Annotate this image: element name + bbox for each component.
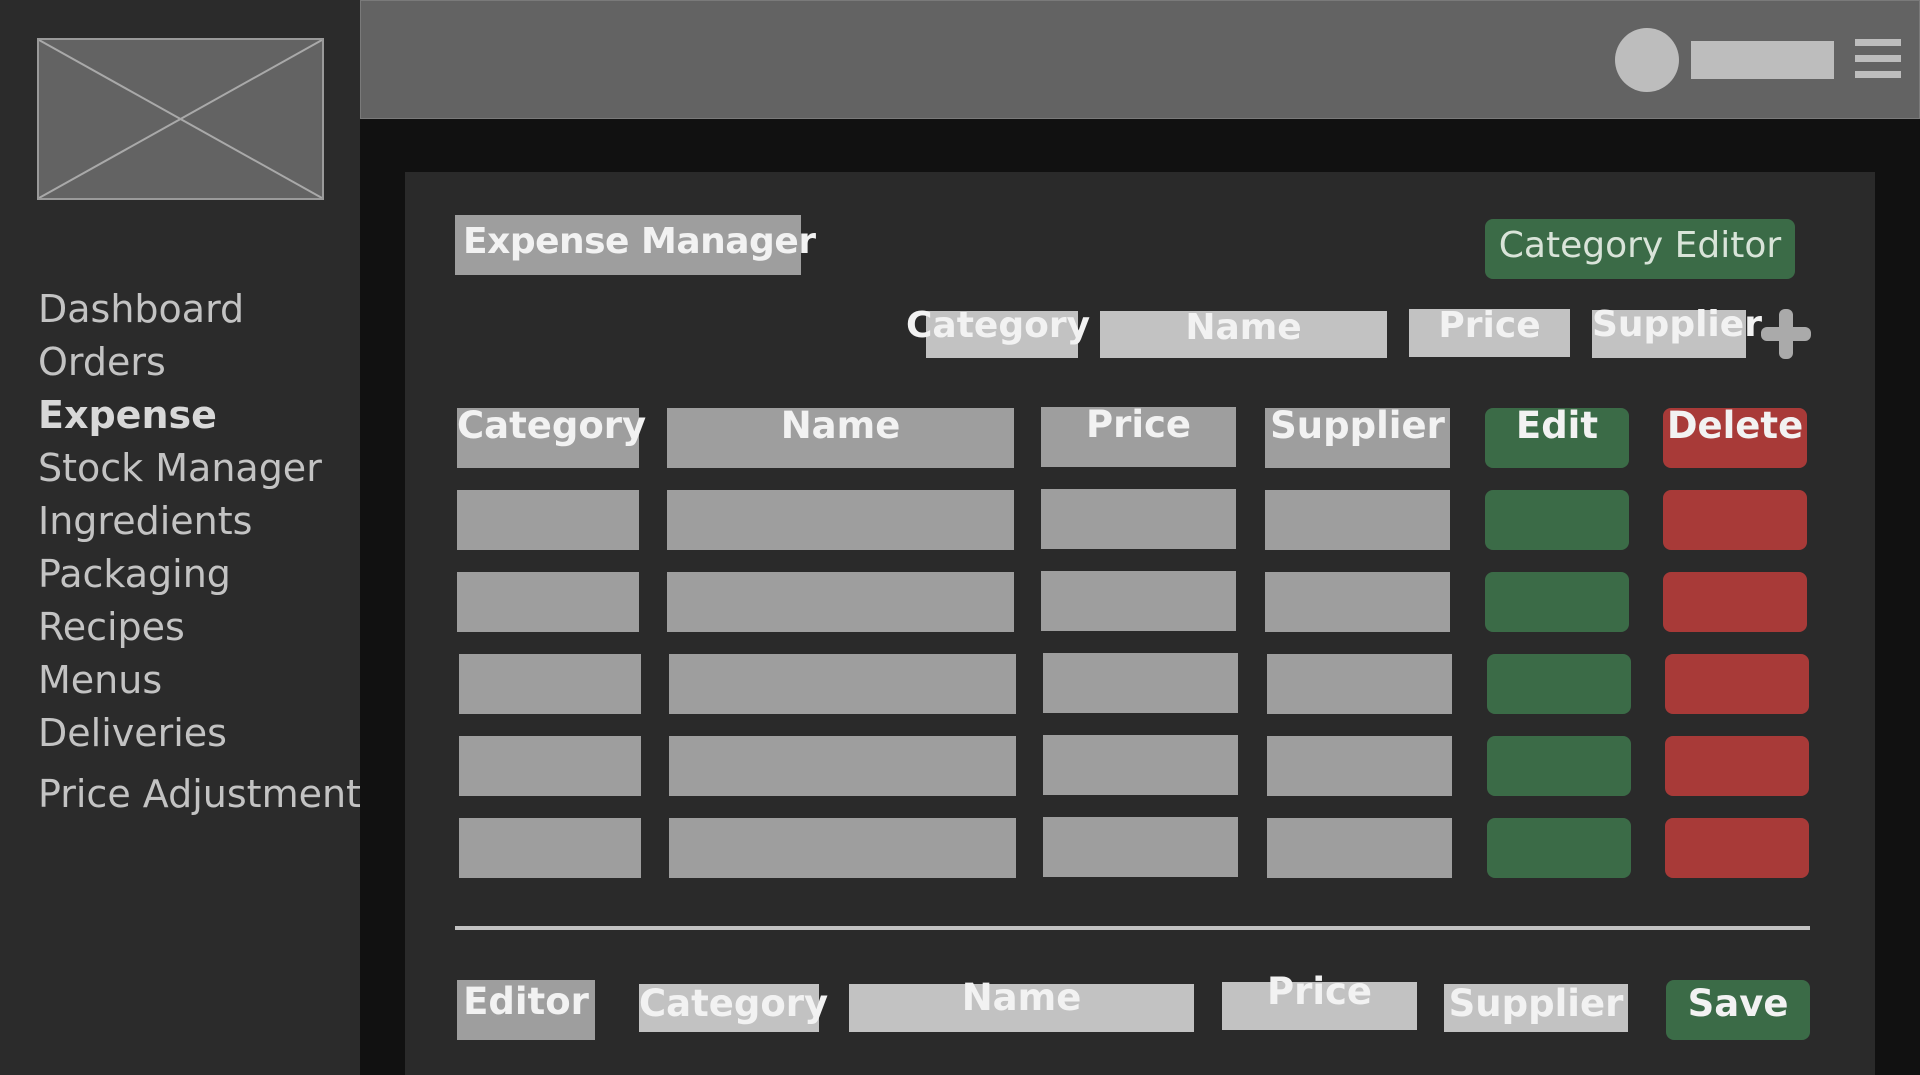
sidebar-item-orders[interactable]: Orders	[38, 336, 358, 389]
delete-button[interactable]	[1665, 736, 1809, 796]
avatar-icon[interactable]	[1615, 28, 1679, 92]
editor-title: Editor	[463, 980, 589, 1023]
cell-supplier[interactable]	[1267, 654, 1452, 714]
cell-category[interactable]	[457, 572, 639, 632]
editor-title-box: Editor	[457, 980, 595, 1040]
column-header-category[interactable]: Category	[457, 404, 646, 468]
delete-button[interactable]	[1665, 654, 1809, 714]
edit-button[interactable]	[1485, 490, 1629, 550]
category-editor-label: Category Editor	[1498, 225, 1782, 266]
section-divider	[455, 926, 1810, 930]
hamburger-menu-icon[interactable]	[1855, 39, 1901, 79]
sidebar-item-stock-manager[interactable]: Stock Manager	[38, 442, 358, 495]
sidebar-item-packaging[interactable]: Packaging	[38, 548, 358, 601]
delete-button[interactable]	[1665, 818, 1809, 878]
sidebar-item-dashboard[interactable]: Dashboard	[38, 283, 358, 336]
user-name-placeholder[interactable]	[1691, 41, 1834, 79]
sidebar-item-menus[interactable]: Menus	[38, 654, 358, 707]
editor-category-field[interactable]: Category	[639, 982, 828, 1032]
editor-price-field[interactable]: Price	[1222, 970, 1417, 1030]
cell-name[interactable]	[667, 490, 1014, 550]
cell-price[interactable]	[1043, 653, 1238, 713]
cell-supplier[interactable]	[1267, 736, 1452, 796]
edit-button[interactable]	[1487, 654, 1631, 714]
add-expense-plus-icon[interactable]	[1761, 309, 1811, 359]
cell-price[interactable]	[1043, 817, 1238, 877]
add-supplier-field[interactable]: Supplier	[1592, 304, 1762, 358]
sidebar: Dashboard Orders Expense Stock Manager I…	[0, 0, 361, 1075]
cell-price[interactable]	[1041, 571, 1236, 631]
sidebar-item-price-adjustment[interactable]: Price Adjustment	[38, 768, 361, 821]
sidebar-item-recipes[interactable]: Recipes	[38, 601, 358, 654]
cell-category[interactable]	[457, 490, 639, 550]
column-header-supplier[interactable]: Supplier	[1265, 404, 1450, 468]
sidebar-item-deliveries[interactable]: Deliveries	[38, 707, 358, 760]
column-header-name[interactable]: Name	[667, 404, 1014, 468]
delete-button[interactable]	[1663, 572, 1807, 632]
category-editor-button[interactable]: Category Editor	[1485, 219, 1795, 279]
save-button[interactable]: Save	[1666, 980, 1810, 1040]
column-header-delete: Delete	[1663, 404, 1807, 468]
page-title-box: Expense Manager	[455, 215, 816, 275]
sidebar-nav: Dashboard Orders Expense Stock Manager I…	[38, 283, 361, 821]
edit-button[interactable]	[1485, 572, 1629, 632]
page-title: Expense Manager	[463, 221, 816, 262]
column-header-price[interactable]: Price	[1041, 403, 1236, 467]
cell-category[interactable]	[459, 818, 641, 878]
editor-name-field[interactable]: Name	[849, 976, 1194, 1032]
edit-button[interactable]	[1487, 736, 1631, 796]
editor-supplier-field[interactable]: Supplier	[1444, 982, 1628, 1032]
cell-name[interactable]	[667, 572, 1014, 632]
sidebar-item-ingredients[interactable]: Ingredients	[38, 495, 358, 548]
sidebar-item-expense[interactable]: Expense	[38, 389, 358, 442]
cell-category[interactable]	[459, 654, 641, 714]
column-header-edit: Edit	[1485, 404, 1629, 468]
cell-name[interactable]	[669, 736, 1016, 796]
cell-supplier[interactable]	[1267, 818, 1452, 878]
add-price-field[interactable]: Price	[1409, 305, 1570, 357]
edit-button[interactable]	[1487, 818, 1631, 878]
add-name-field[interactable]: Name	[1100, 307, 1387, 358]
expense-panel: Expense Manager Category Editor Category…	[405, 172, 1875, 1075]
cell-supplier[interactable]	[1265, 490, 1450, 550]
logo-placeholder-icon	[37, 38, 324, 200]
cell-name[interactable]	[669, 654, 1016, 714]
cell-supplier[interactable]	[1265, 572, 1450, 632]
add-category-field[interactable]: Category	[906, 305, 1090, 358]
cell-price[interactable]	[1041, 489, 1236, 549]
cell-name[interactable]	[669, 818, 1016, 878]
cell-category[interactable]	[459, 736, 641, 796]
cell-price[interactable]	[1043, 735, 1238, 795]
delete-button[interactable]	[1663, 490, 1807, 550]
top-bar	[360, 0, 1920, 119]
